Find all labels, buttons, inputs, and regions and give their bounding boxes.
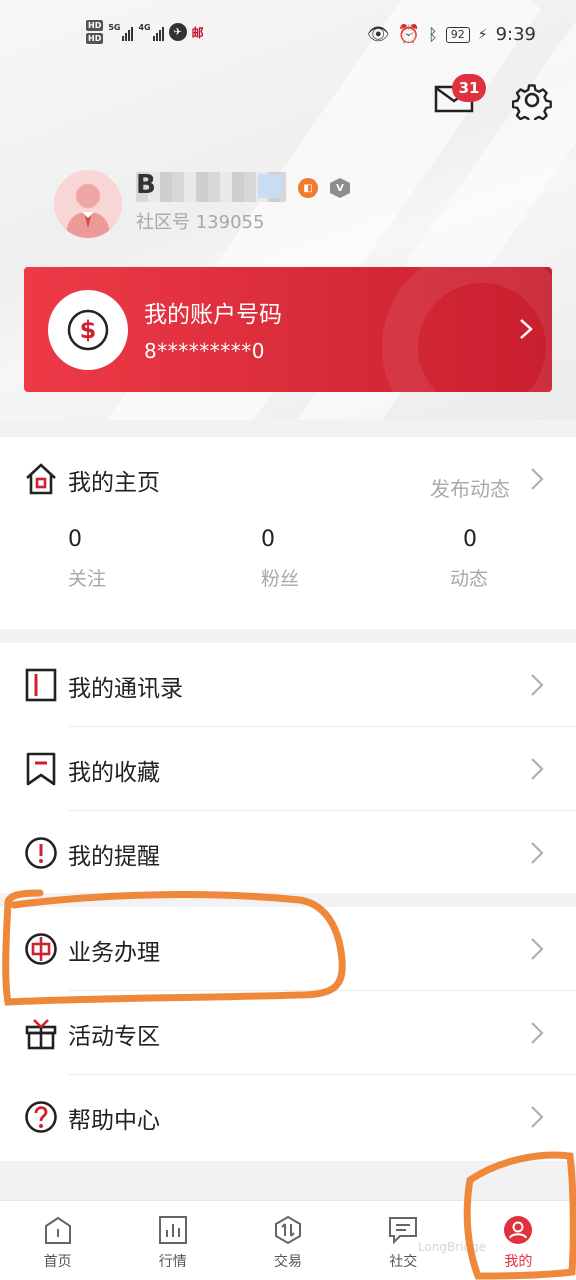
avatar[interactable] (54, 170, 122, 238)
bluetooth-icon: ᛒ (428, 25, 438, 44)
signal-icon: 5G (108, 23, 134, 41)
gift-icon (25, 1019, 57, 1050)
profile-tab-icon (504, 1216, 533, 1244)
svg-text:$: $ (80, 316, 97, 344)
charging-icon: ⚡ (477, 26, 488, 43)
chevron-right-icon (531, 842, 544, 864)
homepage-section: 我的主页 发布动态 0 关注 0 粉丝 0 动态 (0, 437, 576, 629)
home-tab-icon (44, 1216, 71, 1244)
clock: 9:39 (495, 24, 536, 45)
watermark: LongBridge (418, 1240, 487, 1254)
stat-posts[interactable]: 0 动态 (450, 527, 570, 591)
alarm-icon: ⏰ (397, 24, 421, 45)
dollar-icon: $ (48, 290, 128, 370)
menu-item-help[interactable]: 帮助中心 (0, 1075, 576, 1159)
menu-item-contacts[interactable]: 我的通讯录 (0, 643, 576, 727)
account-number: 8*********0 (144, 339, 265, 363)
chart-tab-icon (158, 1216, 187, 1244)
nav-home[interactable]: 首页 (0, 1201, 115, 1280)
menu-item-reminders[interactable]: 我的提醒 (0, 811, 576, 895)
chevron-right-icon (531, 468, 544, 490)
eye-icon: 👁 (366, 24, 390, 45)
chevron-right-icon (531, 1106, 544, 1128)
menu-item-favorites[interactable]: 我的收藏 (0, 727, 576, 811)
help-icon (25, 1101, 57, 1133)
community-id: 社区号 139055 (136, 212, 265, 233)
app-notification-icon: 邮 (191, 25, 204, 40)
menu-item-business[interactable]: 业务办理 (0, 907, 576, 991)
chevron-right-icon (531, 1022, 544, 1044)
bottom-nav: 首页 行情 交易 社交 我的 (0, 1200, 576, 1280)
publish-post-link[interactable]: 发布动态 (430, 473, 510, 502)
business-icon (25, 933, 57, 965)
hd-indicator: HD (86, 20, 104, 31)
homepage-row[interactable]: 我的主页 发布动态 (0, 437, 576, 521)
signal-icon: 4G (138, 23, 164, 41)
chat-tab-icon (389, 1217, 418, 1245)
stat-followers[interactable]: 0 粉丝 (261, 527, 381, 591)
trade-tab-icon (275, 1215, 301, 1245)
homepage-title: 我的主页 (68, 470, 160, 496)
account-card[interactable]: $ 我的账户号码 8*********0 (24, 267, 552, 392)
home-icon (26, 463, 56, 495)
nav-trade[interactable]: 交易 (230, 1201, 345, 1280)
unread-badge: 31 (452, 74, 486, 102)
menu-section-1: 我的通讯录 我的收藏 我的提醒 (0, 643, 576, 893)
stat-following[interactable]: 0 关注 (68, 527, 188, 591)
level-badge-icon: ◧ (298, 178, 318, 198)
bookmark-icon (26, 752, 56, 786)
nav-market[interactable]: 行情 (115, 1201, 230, 1280)
chevron-right-icon (531, 938, 544, 960)
app-notification-icon: ✈ (168, 23, 187, 41)
chevron-right-icon (531, 674, 544, 696)
gear-icon[interactable] (512, 80, 552, 120)
battery-icon: 92 (445, 26, 470, 43)
menu-item-events[interactable]: 活动专区 (0, 991, 576, 1075)
nickname-blurred (136, 172, 286, 202)
status-bar: HD HD 5G 4G ✈ 邮 👁 ⏰ ᛒ 92 ⚡ 9:39 (0, 0, 576, 72)
menu-section-2: 业务办理 活动专区 帮助中心 (0, 907, 576, 1161)
nickname: B (136, 170, 156, 200)
contacts-book-icon (25, 668, 57, 702)
alert-icon (25, 837, 57, 869)
account-card-title: 我的账户号码 (144, 302, 282, 328)
chevron-right-icon (531, 758, 544, 780)
chevron-right-icon (520, 319, 533, 339)
hd-indicator: HD (86, 33, 104, 44)
